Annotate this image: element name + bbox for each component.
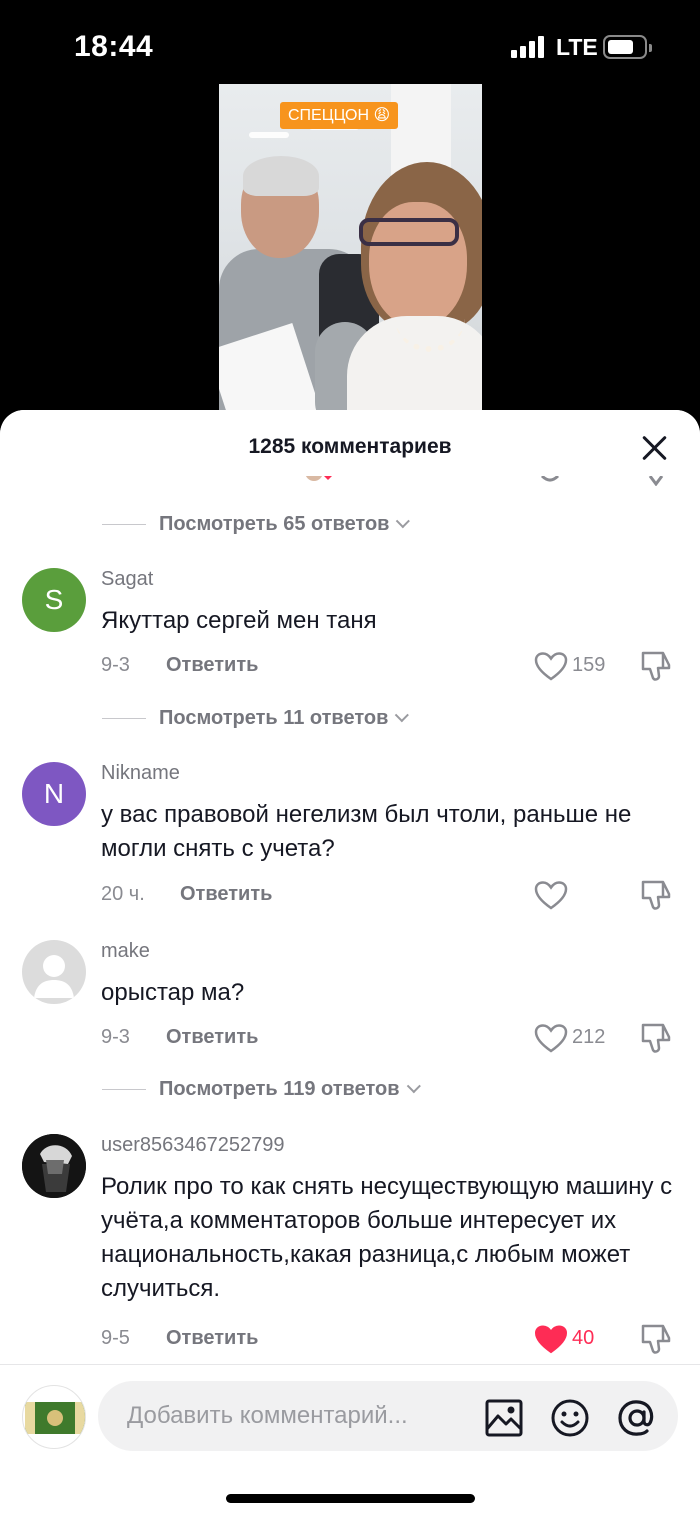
- avatar[interactable]: [22, 1134, 86, 1198]
- dislike-icon[interactable]: [639, 878, 673, 912]
- comment-text: у вас правовой негелизм был чтоли, раньш…: [101, 801, 632, 862]
- comment-time: 9-3: [101, 654, 130, 676]
- chevron-down-icon: [396, 514, 411, 529]
- chevron-down-icon: [395, 708, 410, 723]
- comments-header: 1285 комментариев: [0, 410, 700, 476]
- heart-icon[interactable]: [534, 652, 568, 682]
- dislike-icon[interactable]: [639, 1021, 673, 1055]
- view-replies-label: Посмотреть 119 ответов: [159, 1077, 400, 1100]
- heart-filled-icon[interactable]: [534, 1325, 568, 1355]
- signal-icon: [511, 36, 547, 58]
- status-time: 18:44: [74, 30, 154, 63]
- avatar[interactable]: [22, 940, 86, 1004]
- status-bar: 18:44 LTE: [0, 0, 700, 84]
- like-count: 40: [572, 1327, 595, 1349]
- view-replies-link[interactable]: Посмотреть 65 ответов: [102, 509, 411, 539]
- reply-button[interactable]: Ответить: [166, 654, 258, 677]
- home-indicator: [226, 1494, 475, 1503]
- comments-count-title: 1285 комментариев: [248, 435, 452, 458]
- reply-button[interactable]: Ответить: [166, 1026, 258, 1049]
- dislike-icon[interactable]: [639, 1322, 673, 1356]
- comments-sheet: Посмотреть 65 ответов S Sagat Якуттар се…: [0, 410, 700, 1515]
- comment-text: орыстар ма?: [101, 979, 245, 1006]
- view-replies-link[interactable]: Посмотреть 11 ответов: [102, 703, 410, 733]
- avatar[interactable]: S: [22, 568, 86, 632]
- heart-icon[interactable]: [534, 1024, 568, 1054]
- emoji-icon[interactable]: [550, 1398, 590, 1438]
- comment-input-bar: Добавить комментарий...: [0, 1364, 700, 1515]
- like-count: 159: [572, 654, 606, 676]
- reply-button[interactable]: Ответить: [180, 883, 272, 906]
- heart-icon[interactable]: [534, 881, 568, 911]
- network-type: LTE: [556, 34, 598, 60]
- dislike-icon-peek: [648, 476, 664, 486]
- like-icon-peek: [540, 476, 560, 482]
- battery-icon: [603, 35, 652, 59]
- video-preview[interactable]: СПЕЦЦОН 😩: [219, 84, 482, 424]
- my-avatar[interactable]: [22, 1385, 86, 1449]
- avatar-peek: [305, 476, 332, 481]
- avatar[interactable]: N: [22, 762, 86, 826]
- reply-button[interactable]: Ответить: [166, 1327, 258, 1350]
- comment-author[interactable]: Nikname: [101, 762, 180, 785]
- comment-time: 9-3: [101, 1026, 130, 1048]
- user-photo-avatar: [22, 1134, 86, 1198]
- comment-author[interactable]: user8563467252799: [101, 1134, 285, 1157]
- comment-text: Якуттар сергей мен таня: [101, 607, 377, 634]
- view-replies-link[interactable]: Посмотреть 119 ответов: [102, 1074, 421, 1104]
- view-replies-label: Посмотреть 65 ответов: [159, 512, 390, 535]
- comment-author[interactable]: Sagat: [101, 568, 153, 591]
- dislike-icon[interactable]: [639, 649, 673, 683]
- chevron-down-icon: [406, 1079, 421, 1094]
- comment-author[interactable]: make: [101, 940, 150, 963]
- comment-text: Ролик про то как снять несуществующую ма…: [101, 1173, 673, 1302]
- view-replies-label: Посмотреть 11 ответов: [159, 706, 389, 729]
- image-icon[interactable]: [484, 1398, 524, 1438]
- flag-avatar-icon: [25, 1402, 85, 1434]
- comment-time: 9-5: [101, 1327, 130, 1349]
- comment-input[interactable]: Добавить комментарий...: [98, 1381, 678, 1451]
- mention-icon[interactable]: [617, 1398, 657, 1438]
- comment-input-placeholder: Добавить комментарий...: [127, 1402, 408, 1429]
- close-icon[interactable]: [634, 428, 674, 468]
- comment-time: 20 ч.: [101, 883, 145, 905]
- video-caption-label: СПЕЦЦОН 😩: [280, 102, 399, 129]
- default-avatar-icon: [34, 955, 74, 998]
- like-count: 212: [572, 1026, 606, 1048]
